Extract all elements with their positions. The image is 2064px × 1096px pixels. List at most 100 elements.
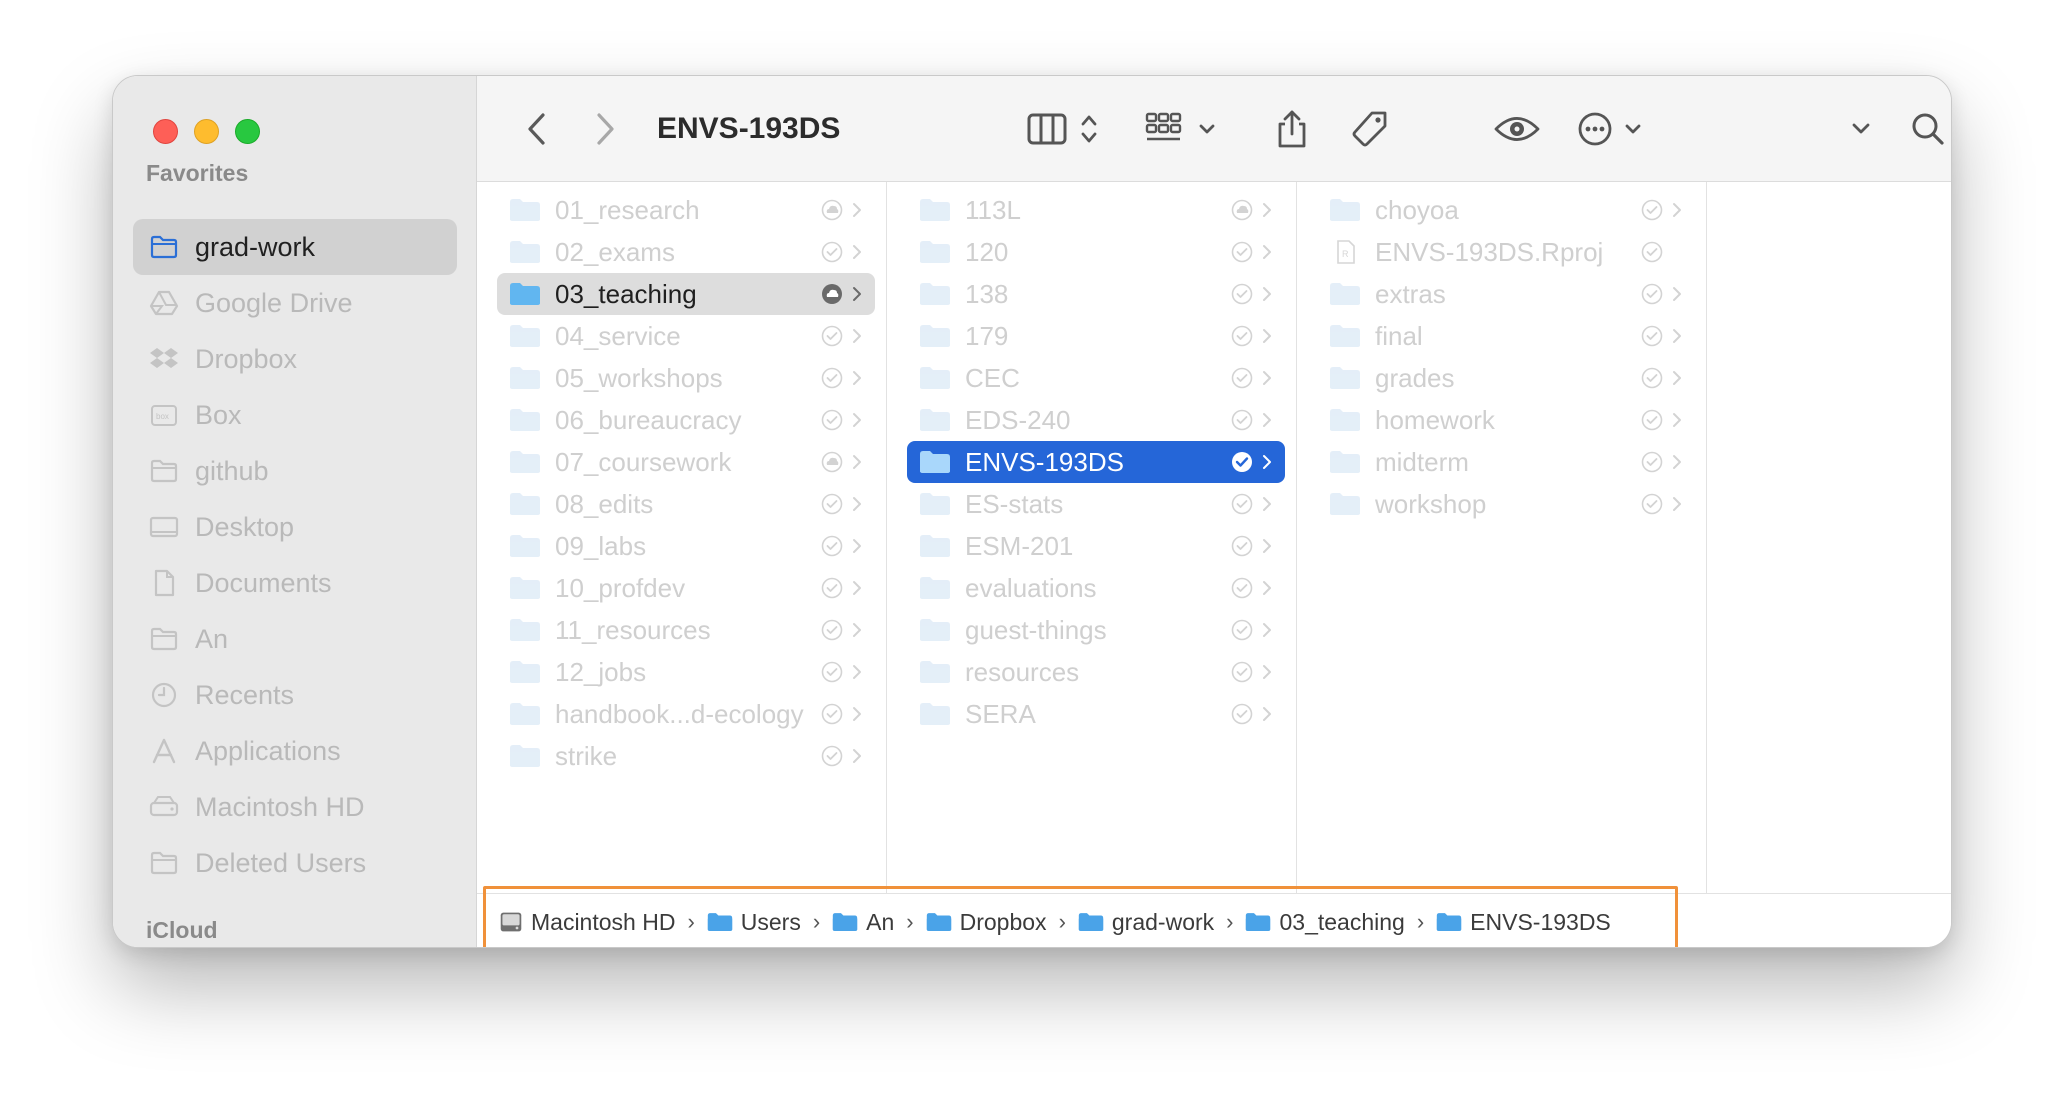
applications-icon — [152, 738, 176, 764]
list-item[interactable]: 138 — [907, 273, 1285, 315]
list-item[interactable]: ENVS-193DS — [907, 441, 1285, 483]
sidebar-item-dropbox[interactable]: Dropbox — [133, 331, 457, 387]
item-name: 11_resources — [555, 614, 711, 645]
list-item[interactable]: 07_coursework — [497, 441, 875, 483]
chevron-down-icon[interactable] — [1841, 76, 1881, 182]
synced-check-icon — [1231, 535, 1253, 557]
tag-icon[interactable] — [1345, 76, 1395, 182]
synced-check-icon — [1232, 452, 1252, 472]
synced-check-icon — [1641, 283, 1663, 305]
eye-icon[interactable] — [1489, 76, 1545, 182]
list-item[interactable]: extras — [1317, 273, 1695, 315]
list-item[interactable]: guest-things — [907, 609, 1285, 651]
list-item[interactable]: 113L — [907, 189, 1285, 231]
zoom-button[interactable] — [235, 119, 260, 144]
synced-check-icon — [1231, 577, 1253, 599]
synced-check-icon — [1641, 241, 1663, 263]
list-item[interactable]: workshop — [1317, 483, 1695, 525]
item-name: guest-things — [965, 614, 1107, 645]
back-icon[interactable] — [517, 76, 557, 182]
sidebar-item-box[interactable]: box Box — [133, 387, 457, 443]
chevron-right-icon — [1263, 539, 1271, 553]
item-name: choyoa — [1375, 194, 1459, 225]
sidebar-item-desktop[interactable]: Desktop — [133, 499, 457, 555]
list-item[interactable]: homework — [1317, 399, 1695, 441]
list-item[interactable]: ESM-201 — [907, 525, 1285, 567]
list-item[interactable]: grades — [1317, 357, 1695, 399]
sidebar-item-recents[interactable]: Recents — [133, 667, 457, 723]
sidebar-item-macintosh-hd[interactable]: Macintosh HD — [133, 779, 457, 835]
users-folder-icon — [707, 913, 732, 931]
list-item[interactable]: SERA — [907, 693, 1285, 735]
list-item[interactable]: 11_resources — [497, 609, 875, 651]
folder-icon — [1436, 913, 1462, 931]
search-icon[interactable] — [1903, 76, 1951, 182]
list-item[interactable]: 120 — [907, 231, 1285, 273]
breadcrumb-item[interactable]: Macintosh HD — [499, 909, 675, 936]
svg-text:R: R — [1342, 249, 1349, 259]
sidebar-item-an[interactable]: An — [133, 611, 457, 667]
list-item[interactable]: choyoa — [1317, 189, 1695, 231]
folder-icon — [1246, 913, 1271, 931]
list-item[interactable]: 09_labs — [497, 525, 875, 567]
desktop-icon — [149, 516, 179, 538]
columns-view-icon[interactable] — [1025, 76, 1105, 182]
breadcrumb-label: Macintosh HD — [531, 908, 676, 935]
list-item[interactable]: 10_profdev — [497, 567, 875, 609]
list-item[interactable]: 179 — [907, 315, 1285, 357]
breadcrumb-item[interactable]: An — [832, 909, 894, 936]
ellipsis-circle-icon[interactable] — [1573, 76, 1653, 182]
sidebar-item-github[interactable]: github — [133, 443, 457, 499]
folder-icon — [510, 325, 540, 347]
group-grid-icon[interactable] — [1143, 76, 1223, 182]
list-item[interactable]: resources — [907, 651, 1285, 693]
list-item[interactable]: 03_teaching — [497, 273, 875, 315]
synced-check-icon — [1231, 703, 1253, 725]
breadcrumb-item[interactable]: grad-work — [1078, 909, 1214, 936]
synced-check-icon — [1231, 283, 1253, 305]
forward-icon[interactable] — [585, 76, 625, 182]
list-item[interactable]: 06_bureaucracy — [497, 399, 875, 441]
item-name: evaluations — [965, 572, 1097, 603]
list-item[interactable]: final — [1317, 315, 1695, 357]
breadcrumb-item[interactable]: Dropbox — [926, 909, 1047, 936]
sidebar-item-documents[interactable]: Documents — [133, 555, 457, 611]
item-name: 07_coursework — [555, 446, 732, 477]
list-item[interactable]: 08_edits — [497, 483, 875, 525]
list-item[interactable]: R ENVS-193DS.Rproj — [1317, 231, 1695, 273]
breadcrumb: Macintosh HD › Users › An › Dropbox › grad-work ›… — [499, 898, 1611, 946]
folder-icon — [920, 451, 950, 473]
folder-icon — [510, 661, 540, 683]
breadcrumb-item[interactable]: ENVS-193DS — [1436, 909, 1611, 936]
chevron-right-icon — [853, 455, 861, 469]
sidebar-item-deleted-users[interactable]: Deleted Users — [133, 835, 457, 891]
list-item[interactable]: ES-stats — [907, 483, 1285, 525]
minimize-button[interactable] — [194, 119, 219, 144]
breadcrumb-item[interactable]: 03_teaching — [1245, 909, 1405, 936]
breadcrumb-item[interactable]: Users — [707, 909, 801, 936]
share-icon[interactable] — [1267, 76, 1317, 182]
breadcrumb-separator-icon: › — [687, 909, 695, 934]
chevron-right-icon — [1263, 413, 1271, 427]
list-item[interactable]: evaluations — [907, 567, 1285, 609]
list-item[interactable]: midterm — [1317, 441, 1695, 483]
list-item[interactable]: CEC — [907, 357, 1285, 399]
chevron-right-icon — [1263, 371, 1271, 385]
chevron-right-icon — [853, 413, 861, 427]
sidebar-item-google-drive[interactable]: Google Drive — [133, 275, 457, 331]
list-item[interactable]: strike — [497, 735, 875, 777]
folder-icon — [510, 199, 540, 221]
breadcrumb-label: ENVS-193DS — [1470, 908, 1611, 935]
list-item[interactable]: 04_service — [497, 315, 875, 357]
list-item[interactable]: 01_research — [497, 189, 875, 231]
list-item[interactable]: 05_workshops — [497, 357, 875, 399]
sidebar-item-grad-work[interactable]: grad-work — [133, 219, 457, 275]
folder-icon — [1330, 409, 1360, 431]
list-item[interactable]: 12_jobs — [497, 651, 875, 693]
list-item[interactable]: handbook...d-ecology — [497, 693, 875, 735]
list-item[interactable]: 02_exams — [497, 231, 875, 273]
item-name: 04_service — [555, 320, 681, 351]
sidebar-item-applications[interactable]: Applications — [133, 723, 457, 779]
close-button[interactable] — [153, 119, 178, 144]
list-item[interactable]: EDS-240 — [907, 399, 1285, 441]
